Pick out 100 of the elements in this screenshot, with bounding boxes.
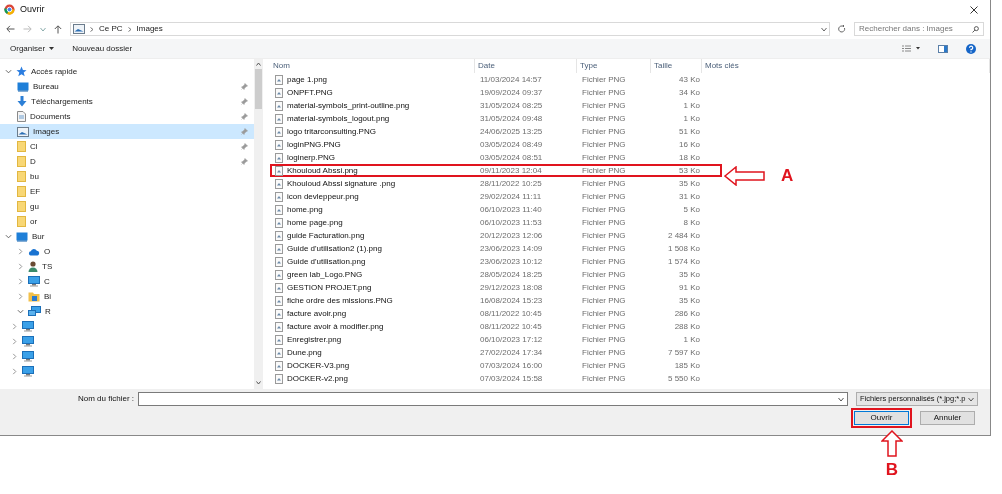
file-row[interactable]: icon devleppeur.png 29/02/2024 11:11 Fichier PNG 31 Ko <box>270 190 722 203</box>
sidebar-item[interactable]: gu <box>0 199 254 214</box>
expand-chevron-icon[interactable] <box>17 308 24 315</box>
breadcrumb-item[interactable]: Images <box>136 23 163 35</box>
sidebar-item[interactable]: Accès rapide <box>0 64 254 79</box>
table-cell-text: 07/03/2024 15:58 <box>479 372 544 385</box>
dropdown-caret-icon[interactable] <box>838 396 844 402</box>
up-arrow-icon[interactable] <box>54 24 62 34</box>
sidebar-item[interactable]: or <box>0 214 254 229</box>
file-row[interactable]: facture avoir à modifier.png 08/11/2022 10:45 Fichier PNG 288 Ko <box>270 320 722 333</box>
sidebar-item[interactable]: O <box>0 244 254 259</box>
sidebar-item[interactable]: Documents <box>0 109 254 124</box>
close-icon[interactable] <box>970 5 978 14</box>
file-row[interactable]: material-symbols_print-outline.png 31/05/2024 08:25 Fichier PNG 1 Ko <box>270 99 722 112</box>
file-row[interactable]: Khouloud Abssi.png 09/11/2023 12:04 Fichier PNG 53 Ko <box>270 164 722 177</box>
table-cell-text: 24/06/2025 13:25 <box>479 125 544 138</box>
file-row[interactable]: home page.png 06/10/2023 11:53 Fichier PNG 8 Ko <box>270 216 722 229</box>
sidebar-item[interactable]: EF <box>0 184 254 199</box>
sidebar-item[interactable]: TS <box>0 259 254 274</box>
sidebar-item[interactable]: Téléchargements <box>0 94 254 109</box>
sidebar-scrollbar[interactable] <box>254 59 263 389</box>
table-cell-text: 2 484 Ko <box>666 229 701 242</box>
file-row[interactable]: Enregistrer.png 06/10/2023 17:12 Fichier PNG 1 Ko <box>270 333 722 346</box>
table-cell-text: Fichier PNG <box>581 372 627 385</box>
collapsed-chevron-icon[interactable] <box>17 263 24 270</box>
file-row[interactable]: page 1.png 11/03/2024 14:57 Fichier PNG 43 Ko <box>270 73 722 86</box>
image-file-icon <box>275 178 283 189</box>
expand-chevron-icon[interactable] <box>5 233 12 240</box>
collapsed-chevron-icon[interactable] <box>17 293 24 300</box>
address-bar[interactable]: Ce PC Images <box>70 22 830 36</box>
sidebar-item[interactable]: Bur <box>0 229 254 244</box>
breadcrumb-item[interactable]: Ce PC <box>99 23 123 35</box>
cancel-button[interactable]: Annuler <box>920 411 975 425</box>
collapsed-chevron-icon[interactable] <box>11 338 18 345</box>
sidebar-item[interactable]: Cl <box>0 139 254 154</box>
view-options-icon[interactable] <box>902 45 920 52</box>
open-button[interactable]: Ouvrir <box>854 411 909 425</box>
preview-pane-icon[interactable] <box>938 44 948 53</box>
table-cell-text: 16 Ko <box>678 138 701 151</box>
breadcrumb-chevron-icon[interactable] <box>127 26 132 32</box>
collapsed-chevron-icon[interactable] <box>11 368 18 375</box>
file-row[interactable]: fiche ordre des missions.PNG 16/08/2024 15:23 Fichier PNG 35 Ko <box>270 294 722 307</box>
file-row[interactable]: guide Facturation.png 20/12/2023 12:06 Fichier PNG 2 484 Ko <box>270 229 722 242</box>
file-row[interactable]: Guide d'utilisation2 (1).png 23/06/2023 14:09 Fichier PNG 1 508 Ko <box>270 242 722 255</box>
column-header[interactable]: Nom <box>270 59 475 73</box>
sidebar-item[interactable]: D <box>0 154 254 169</box>
forward-arrow-icon[interactable] <box>23 25 32 33</box>
new-folder-button[interactable]: Nouveau dossier <box>72 42 133 55</box>
file-row[interactable]: loginPNG.PNG 03/05/2024 08:49 Fichier PNG 16 Ko <box>270 138 722 151</box>
filename-field[interactable] <box>138 392 848 406</box>
collapsed-chevron-icon[interactable] <box>11 323 18 330</box>
scroll-thumb[interactable] <box>255 69 262 109</box>
search-field[interactable]: Rechercher dans : Images <box>854 22 984 36</box>
back-arrow-icon[interactable] <box>6 25 15 33</box>
file-row[interactable]: material-symbols_logout.png 31/05/2024 09:48 Fichier PNG 1 Ko <box>270 112 722 125</box>
image-file-icon <box>275 139 283 150</box>
pin-icon[interactable] <box>241 158 248 165</box>
column-header[interactable]: Taille <box>651 59 702 73</box>
sidebar-item[interactable]: C <box>0 274 254 289</box>
help-icon[interactable] <box>966 43 976 54</box>
dropdown-caret-icon[interactable] <box>968 396 974 402</box>
sidebar-item[interactable]: R <box>0 304 254 319</box>
collapsed-chevron-icon[interactable] <box>17 278 24 285</box>
recent-caret-icon[interactable] <box>40 26 46 32</box>
pin-icon[interactable] <box>241 98 248 105</box>
organize-menu-button[interactable]: Organiser <box>10 42 55 55</box>
sidebar-item[interactable]: Images <box>0 124 254 139</box>
column-header[interactable]: Mots clés <box>702 59 990 73</box>
file-row[interactable]: Khouloud Abssi signature .png 28/11/2022 10:25 Fichier PNG 35 Ko <box>270 177 722 190</box>
file-row[interactable]: DOCKER-V3.png 07/03/2024 16:00 Fichier PNG 185 Ko <box>270 359 722 372</box>
file-row[interactable]: ONPFT.PNG 19/09/2024 09:37 Fichier PNG 34 Ko <box>270 86 722 99</box>
file-row[interactable]: GESTION PROJET.png 29/12/2023 18:08 Fichier PNG 91 Ko <box>270 281 722 294</box>
dropdown-caret-icon[interactable] <box>821 26 827 32</box>
scroll-up-icon[interactable] <box>256 62 261 66</box>
scroll-down-icon[interactable] <box>256 381 261 385</box>
column-header[interactable]: Date <box>475 59 577 73</box>
file-row[interactable]: Dune.png 27/02/2024 17:34 Fichier PNG 7 597 Ko <box>270 346 722 359</box>
column-header[interactable]: Type <box>577 59 651 73</box>
sidebar-item[interactable]: Bureau <box>0 79 254 94</box>
search-icon[interactable] <box>972 25 979 33</box>
table-cell-text: 31/05/2024 09:48 <box>479 112 544 125</box>
file-row[interactable]: logo tritarconsulting.PNG 24/06/2025 13:25 Fichier PNG 51 Ko <box>270 125 722 138</box>
sidebar-item[interactable]: bu <box>0 169 254 184</box>
desktop-icon <box>17 81 29 92</box>
sidebar-item[interactable]: Bi <box>0 289 254 304</box>
file-row[interactable]: green lab_Logo.PNG 28/05/2024 18:25 Fichier PNG 35 Ko <box>270 268 722 281</box>
file-row[interactable]: Guide d'utilisation.png 23/06/2023 10:12 Fichier PNG 1 574 Ko <box>270 255 722 268</box>
breadcrumb-chevron-icon[interactable] <box>90 26 94 32</box>
collapsed-chevron-icon[interactable] <box>11 353 18 360</box>
pin-icon[interactable] <box>241 128 248 135</box>
file-row[interactable]: loginerp.PNG 03/05/2024 08:51 Fichier PNG 18 Ko <box>270 151 722 164</box>
pin-icon[interactable] <box>241 83 248 90</box>
file-row[interactable]: facture avoir.png 08/11/2022 10:45 Fichier PNG 286 Ko <box>270 307 722 320</box>
pin-icon[interactable] <box>241 113 248 120</box>
file-row[interactable]: DOCKER-v2.png 07/03/2024 15:58 Fichier PNG 5 550 Ko <box>270 372 722 385</box>
file-row[interactable]: home.png 06/10/2023 11:40 Fichier PNG 5 Ko <box>270 203 722 216</box>
refresh-icon[interactable] <box>838 25 846 33</box>
expand-chevron-icon[interactable] <box>5 68 12 75</box>
pin-icon[interactable] <box>241 143 248 150</box>
collapsed-chevron-icon[interactable] <box>17 248 24 255</box>
